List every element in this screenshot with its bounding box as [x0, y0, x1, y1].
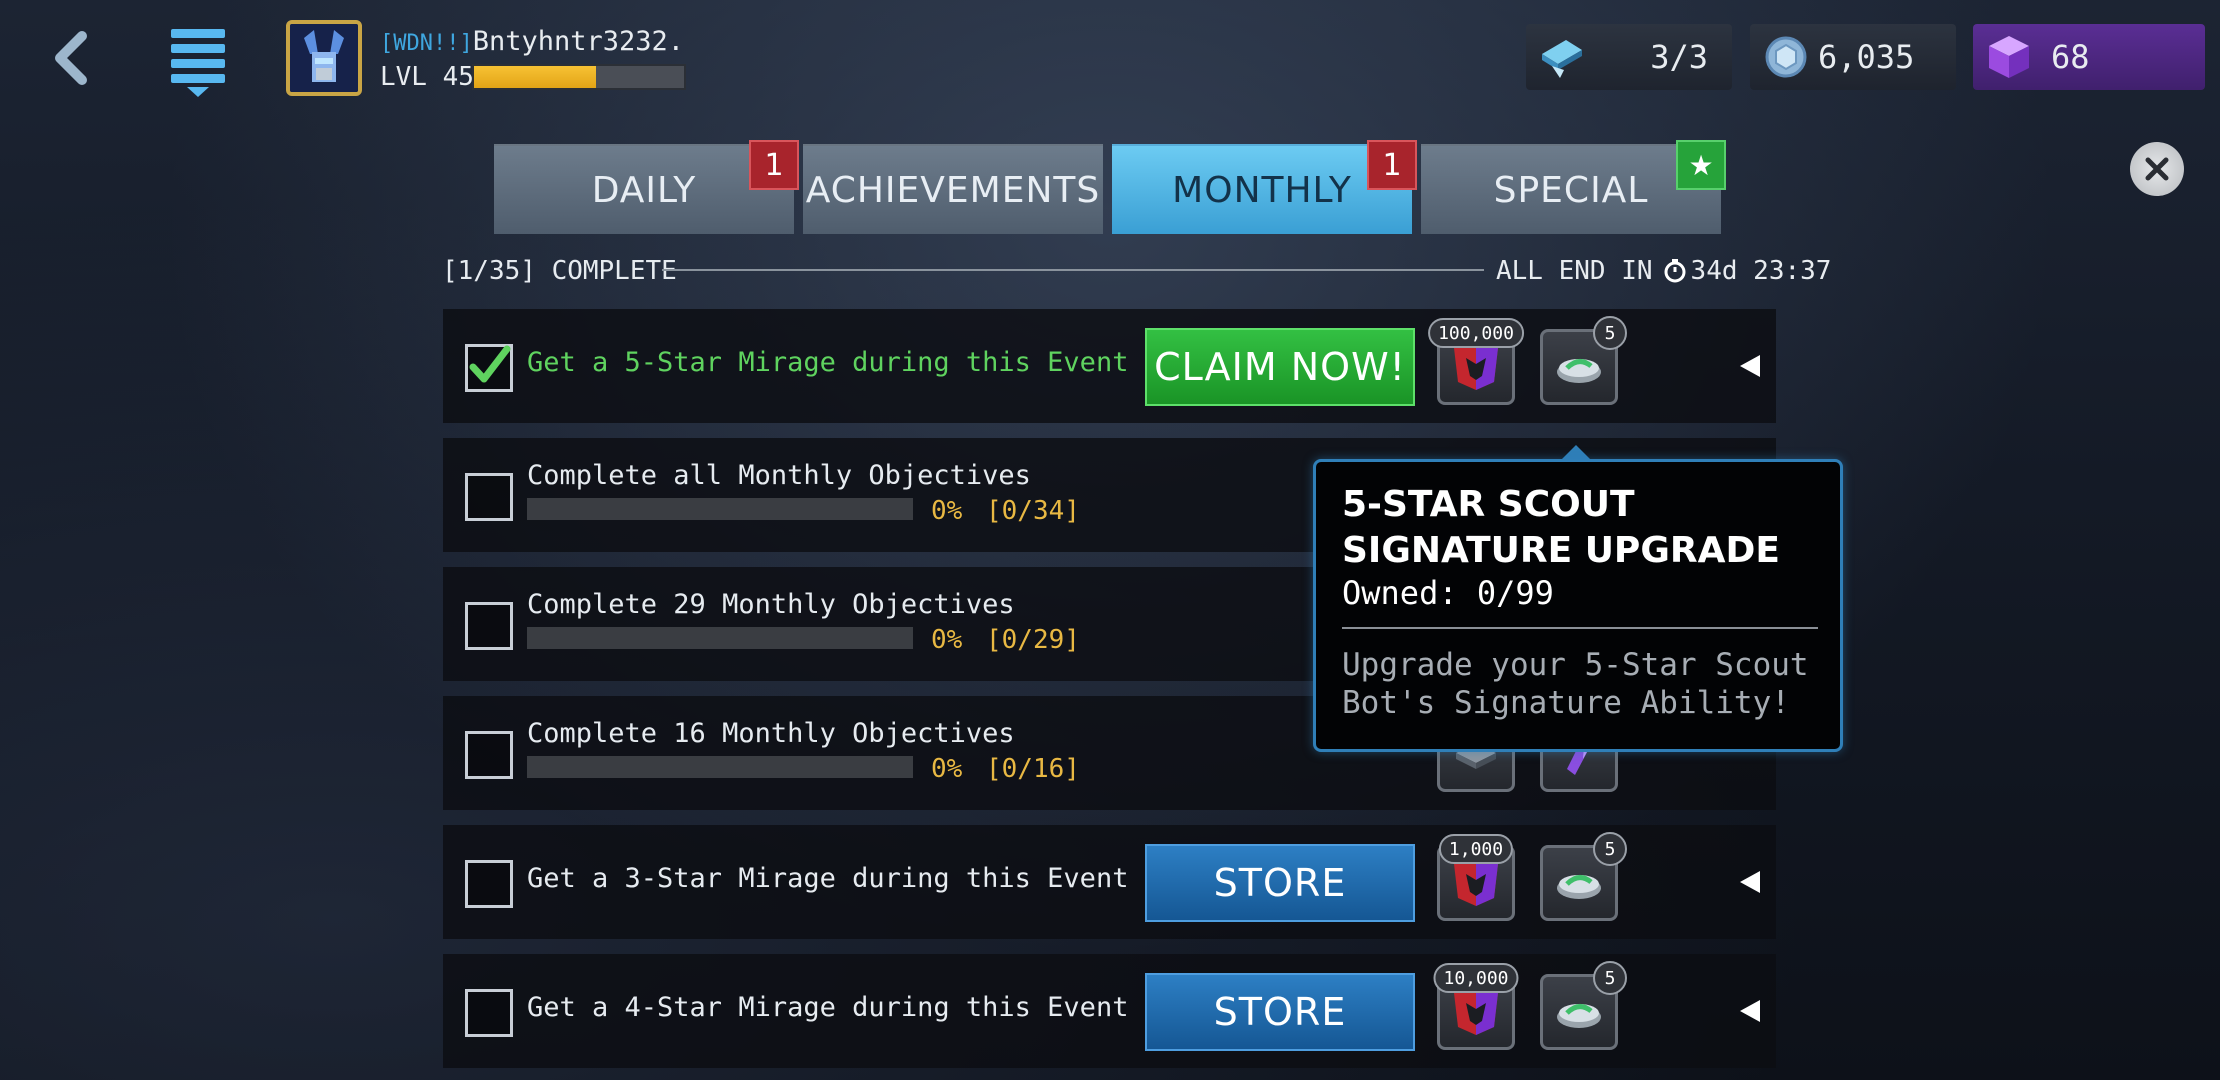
reward-slot[interactable]: 5 [1540, 961, 1627, 1050]
objective-checkbox [465, 602, 513, 650]
checkmark-icon [469, 345, 511, 383]
gem-cube-icon [1989, 36, 2029, 78]
reward-count: 1,000 [1438, 834, 1514, 864]
gems-value: 68 [2051, 38, 2090, 76]
signature-upgrade-icon [1557, 359, 1601, 383]
progress-bar [527, 627, 913, 649]
tooltip-title: 5-STAR SCOUT SIGNATURE UPGRADE [1342, 484, 1780, 571]
reward-slot[interactable]: 5 [1540, 316, 1627, 405]
objective-checkbox [465, 860, 513, 908]
xp-bar-fill [474, 66, 596, 88]
coins-currency[interactable]: 6,035 [1750, 24, 1956, 90]
progress-percent: 0% [931, 754, 963, 784]
objective-text: Get a 3-Star Mirage during this Event [527, 863, 1129, 894]
expand-arrow-icon[interactable] [1738, 869, 1762, 895]
energy-icon [1542, 40, 1582, 78]
clock-icon [1664, 259, 1686, 283]
faction-emblem-icon [1454, 989, 1498, 1035]
claim-now-button[interactable]: CLAIM NOW! [1145, 328, 1415, 406]
player-name-text: Bntyhntr3232. [472, 26, 685, 57]
completion-summary: [1/35] COMPLETE [442, 256, 677, 286]
chevron-left-icon [55, 31, 87, 85]
reward-slot[interactable]: 5 [1540, 832, 1627, 921]
store-button[interactable]: STORE [1145, 844, 1415, 922]
reward-slot[interactable]: 1,000 [1437, 834, 1515, 921]
timer-label: ALL END IN [1496, 256, 1653, 286]
expand-arrow-icon[interactable] [1738, 998, 1762, 1024]
objective-text: Complete all Monthly Objectives [527, 460, 1031, 491]
reward-count: 100,000 [1428, 318, 1524, 348]
objective-text: Complete 29 Monthly Objectives [527, 589, 1015, 620]
player-name: [WDN!!]Bntyhntr3232. [380, 26, 684, 57]
divider [662, 269, 1484, 271]
energy-currency[interactable]: 3/3 [1526, 24, 1732, 90]
store-button[interactable]: STORE [1145, 973, 1415, 1051]
tab-daily-badge: 1 [749, 140, 799, 190]
coins-value: 6,035 [1818, 38, 1915, 76]
progress-count: [0/29] [986, 625, 1080, 655]
avatar[interactable] [286, 20, 362, 96]
objective-text: Get a 5-Star Mirage during this Event [527, 347, 1129, 378]
progress-percent: 0% [931, 496, 963, 526]
tab-achievements[interactable]: ACHIEVEMENTS [803, 144, 1103, 234]
menu-button[interactable] [158, 22, 238, 102]
faction-emblem-icon [1454, 344, 1498, 390]
reward-count: 5 [1593, 961, 1627, 995]
reward-tooltip: 5-STAR SCOUT SIGNATURE UPGRADE Owned: 0/… [1313, 459, 1843, 752]
back-button[interactable] [40, 22, 100, 94]
close-icon [2145, 157, 2169, 181]
objective-row: Get a 4-Star Mirage during this Event ST… [443, 954, 1776, 1068]
tooltip-owned: Owned: 0/99 [1342, 574, 1554, 612]
objective-row: Get a 5-Star Mirage during this Event CL… [443, 309, 1776, 423]
tab-monthly-badge: 1 [1367, 140, 1417, 190]
alliance-tag: [WDN!!] [380, 31, 473, 56]
signature-upgrade-icon [1557, 1004, 1601, 1028]
objective-checkbox [465, 989, 513, 1037]
objective-checkbox [465, 731, 513, 779]
progress-bar [527, 756, 913, 778]
progress-count: [0/34] [986, 496, 1080, 526]
objective-row: Get a 3-Star Mirage during this Event ST… [443, 825, 1776, 939]
reward-slot[interactable]: 100,000 [1428, 318, 1524, 405]
progress-count: [0/16] [986, 754, 1080, 784]
player-level: LVL 45 [380, 62, 474, 92]
reward-count: 5 [1593, 832, 1627, 866]
objective-checkbox [465, 344, 513, 392]
xp-bar [472, 64, 686, 90]
tab-special-star-badge: ★ [1676, 140, 1726, 190]
signature-upgrade-icon [1557, 875, 1601, 899]
faction-emblem-icon [1454, 860, 1498, 906]
objective-text: Complete 16 Monthly Objectives [527, 718, 1015, 749]
menu-icon [171, 29, 225, 97]
close-button[interactable] [2130, 142, 2184, 196]
reward-count: 5 [1593, 316, 1627, 350]
progress-percent: 0% [931, 625, 963, 655]
tooltip-description: Upgrade your 5-Star Scout Bot's Signatur… [1342, 647, 1809, 721]
optimus-prime-portrait-icon [290, 24, 358, 92]
objective-checkbox [465, 473, 513, 521]
expand-arrow-icon[interactable] [1738, 353, 1762, 379]
reward-slot[interactable]: 10,000 [1433, 963, 1519, 1050]
coin-icon [1765, 36, 1807, 78]
event-timer: ALL END IN 34d 23:37 [1496, 256, 1831, 286]
timer-value: 34d 23:37 [1690, 256, 1832, 286]
progress-bar [527, 498, 913, 520]
tooltip-divider [1342, 627, 1818, 629]
reward-count: 10,000 [1433, 963, 1519, 993]
energy-value: 3/3 [1650, 38, 1708, 76]
objective-text: Get a 4-Star Mirage during this Event [527, 992, 1129, 1023]
gems-currency[interactable]: 68 [1973, 24, 2205, 90]
